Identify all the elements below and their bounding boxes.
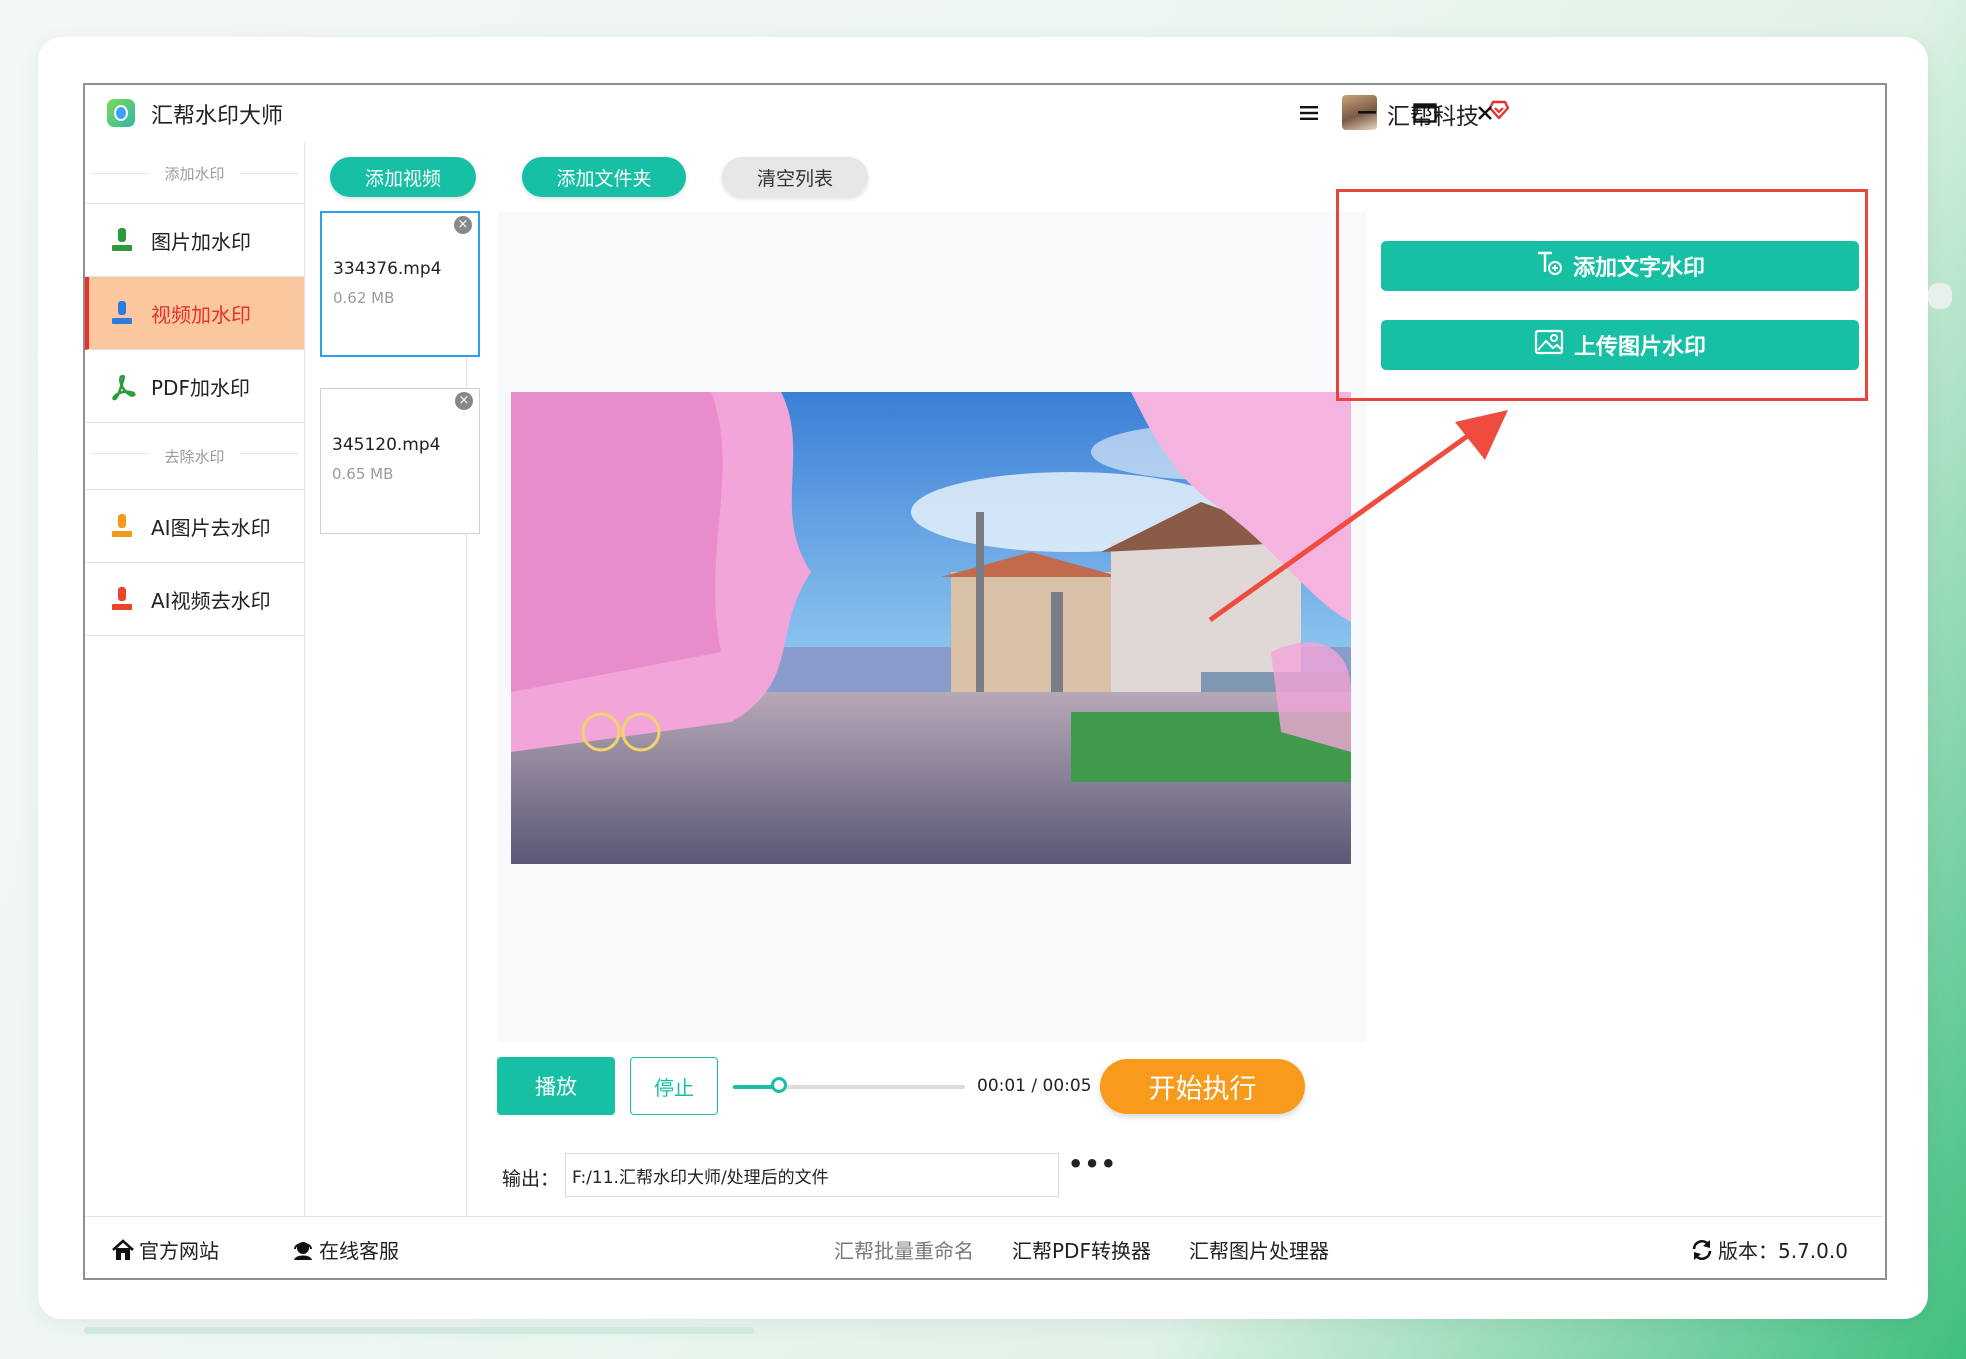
batch-rename-link[interactable]: 汇帮批量重命名 — [834, 1235, 974, 1264]
toolbar: 添加视频 添加文件夹 清空列表 — [306, 143, 1883, 197]
sidebar-section-remove: 去除水印 — [85, 423, 304, 490]
sidebar-item-ai-image-remove[interactable]: AI图片去水印 — [85, 490, 304, 563]
image-processor-link[interactable]: 汇帮图片处理器 — [1189, 1235, 1329, 1264]
upload-image-watermark-button[interactable]: 上传图片水印 — [1381, 320, 1859, 370]
progress-slider[interactable] — [733, 1077, 965, 1093]
headset-icon — [291, 1239, 315, 1261]
remove-file-icon[interactable]: × — [454, 216, 472, 234]
sidebar: 添加水印 图片加水印 视频加水印 PDF加水印 去除水印 AI图片去水印 AI视… — [85, 143, 305, 1216]
file-name: 345120.mp4 — [332, 435, 441, 455]
add-text-watermark-button[interactable]: 添加文字水印 — [1381, 241, 1859, 291]
text-add-icon — [1535, 250, 1563, 282]
online-support-link[interactable]: 在线客服 — [291, 1235, 399, 1264]
version-info[interactable]: 版本：5.7.0.0 — [1690, 1235, 1848, 1264]
sidebar-item-label: PDF加水印 — [151, 375, 250, 400]
add-video-button[interactable]: 添加视频 — [330, 157, 476, 197]
stamp-icon — [109, 586, 135, 612]
time-readout: 00:01 / 00:05 — [977, 1076, 1092, 1096]
stamp-icon — [109, 300, 135, 326]
menu-icon[interactable] — [1287, 91, 1331, 135]
output-path-field[interactable] — [565, 1153, 1059, 1197]
close-icon[interactable] — [1463, 91, 1507, 135]
pdf-converter-link[interactable]: 汇帮PDF转换器 — [1012, 1235, 1151, 1264]
remove-file-icon[interactable]: × — [455, 392, 473, 410]
horizontal-scrollbar[interactable] — [84, 1327, 754, 1334]
app-logo-icon — [107, 99, 135, 127]
stamp-icon — [109, 227, 135, 253]
bottom-bar: 官方网站 在线客服 汇帮批量重命名 汇帮PDF转换器 汇帮图片处理器 版本：5.… — [85, 1216, 1883, 1277]
pdf-icon — [109, 373, 136, 401]
file-list: × 334376.mp4 0.62 MB × 345120.mp4 0.65 M… — [306, 211, 480, 1216]
sidebar-section-add: 添加水印 — [85, 143, 304, 204]
refresh-icon — [1690, 1239, 1714, 1261]
sidebar-item-label: 视频加水印 — [151, 302, 251, 327]
stamp-icon — [109, 513, 135, 539]
browse-more-icon[interactable]: ••• — [1068, 1150, 1117, 1178]
stop-button[interactable]: 停止 — [630, 1057, 718, 1115]
sidebar-item-label: 图片加水印 — [151, 229, 251, 254]
file-size: 0.62 MB — [333, 289, 395, 307]
sidebar-item-label: AI图片去水印 — [151, 515, 271, 540]
file-name: 334376.mp4 — [333, 259, 442, 279]
maximize-icon[interactable] — [1403, 91, 1447, 135]
add-folder-button[interactable]: 添加文件夹 — [522, 157, 686, 197]
home-icon — [111, 1238, 135, 1261]
image-icon — [1534, 329, 1564, 361]
vertical-scrollbar[interactable] — [1928, 283, 1952, 309]
app-title: 汇帮水印大师 — [151, 104, 284, 129]
sidebar-item-label: AI视频去水印 — [151, 588, 271, 613]
start-execute-button[interactable]: 开始执行 — [1100, 1059, 1305, 1114]
sidebar-item-image-watermark[interactable]: 图片加水印 — [85, 204, 304, 277]
file-size: 0.65 MB — [332, 465, 394, 483]
file-card[interactable]: × 345120.mp4 0.65 MB — [320, 388, 480, 534]
sidebar-item-ai-video-remove[interactable]: AI视频去水印 — [85, 563, 304, 636]
clear-list-button[interactable]: 清空列表 — [722, 157, 868, 197]
title-bar: 汇帮水印大师 汇帮科技 — [85, 85, 1885, 140]
official-website-link[interactable]: 官方网站 — [111, 1235, 219, 1264]
minimize-icon[interactable] — [1345, 91, 1389, 135]
annotation-arrow — [1208, 410, 1508, 623]
sidebar-item-video-watermark[interactable]: 视频加水印 — [85, 277, 304, 350]
output-label: 输出： — [502, 1168, 560, 1190]
file-card[interactable]: × 334376.mp4 0.62 MB — [320, 211, 480, 357]
sidebar-item-pdf-watermark[interactable]: PDF加水印 — [85, 350, 304, 423]
play-button[interactable]: 播放 — [497, 1057, 615, 1115]
